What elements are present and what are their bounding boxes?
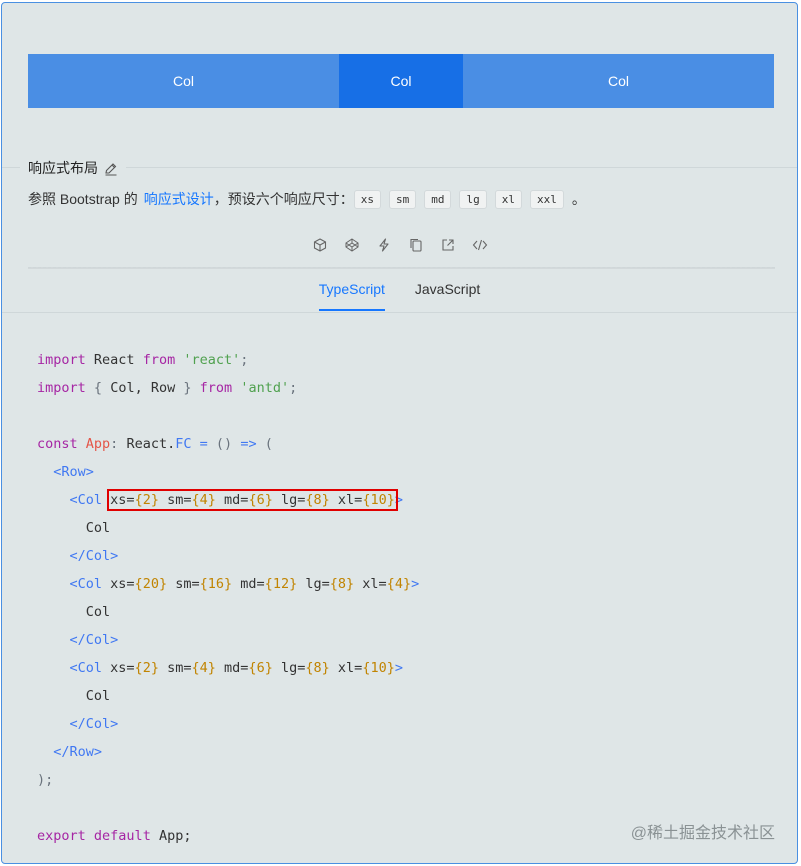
demo-toolbar: [2, 237, 797, 253]
code-line: const App: React.FC = () => (: [37, 436, 273, 452]
code-line: <Col xs={2} sm={4} md={6} lg={8} xl={10}…: [69, 660, 403, 676]
open-external-icon[interactable]: [440, 237, 456, 253]
demo-card: Col Col Col 响应式布局 参照 Bootstrap 的 响应式设计 ，…: [1, 2, 798, 864]
code-line: Col: [85, 604, 111, 620]
tabs-underline: [2, 312, 797, 313]
section-title-text: 响应式布局: [28, 160, 98, 176]
stackblitz-icon[interactable]: [376, 237, 392, 253]
toolbar-divider: [28, 267, 775, 269]
code-line: <Row>: [53, 464, 94, 480]
code-icon[interactable]: [472, 237, 488, 253]
codepen-icon[interactable]: [344, 237, 360, 253]
codesandbox-icon[interactable]: [312, 237, 328, 253]
code-line: <Col xs={20} sm={16} md={12} lg={8} xl={…: [69, 576, 420, 592]
code-line: </Col>: [69, 632, 119, 648]
demo-col-1: Col: [28, 54, 339, 108]
code-line: import { Col, Row } from 'antd';: [37, 380, 298, 396]
code-line: import React from 'react';: [37, 352, 249, 368]
desc-prefix: 参照 Bootstrap 的: [28, 191, 138, 207]
code-line: Col: [85, 688, 111, 704]
desc-mid: ，预设六个响应尺寸：: [213, 191, 354, 207]
code-block: import React from 'react'; import { Col,…: [37, 346, 419, 850]
code-line: </Col>: [69, 716, 119, 732]
code-line: );: [37, 772, 54, 788]
code-line: </Row>: [53, 744, 103, 760]
demo-col-3: Col: [463, 54, 774, 108]
language-tabs: TypeScript JavaScript: [2, 281, 797, 311]
demo-row: Col Col Col: [28, 54, 774, 108]
size-tag-md: md: [424, 189, 452, 209]
section-description: 参照 Bootstrap 的 响应式设计 ，预设六个响应尺寸： xs sm md…: [28, 189, 586, 209]
code-line: export default App;: [37, 828, 192, 844]
size-tag-lg: lg: [459, 189, 487, 209]
code-line: </Col>: [69, 548, 119, 564]
demo-col-2: Col: [339, 54, 463, 108]
section-title: 响应式布局: [20, 158, 126, 178]
size-tag-xxl: xxl: [529, 189, 564, 209]
highlighted-props: xs={2} sm={4} md={6} lg={8} xl={10}: [107, 489, 398, 511]
code-line: <Col xs={2} sm={4} md={6} lg={8} xl={10}…: [69, 489, 403, 511]
edit-icon[interactable]: [104, 161, 118, 176]
tab-typescript[interactable]: TypeScript: [318, 281, 385, 311]
size-tag-sm: sm: [388, 189, 417, 209]
copy-icon[interactable]: [408, 237, 424, 253]
size-tag-xl: xl: [494, 189, 522, 209]
code-line: Col: [85, 520, 111, 536]
tab-javascript[interactable]: JavaScript: [415, 281, 480, 311]
responsive-design-link[interactable]: 响应式设计: [144, 189, 214, 209]
watermark: @稀土掘金技术社区: [630, 825, 775, 842]
size-tag-xs: xs: [353, 189, 381, 209]
desc-end: 。: [571, 191, 586, 207]
